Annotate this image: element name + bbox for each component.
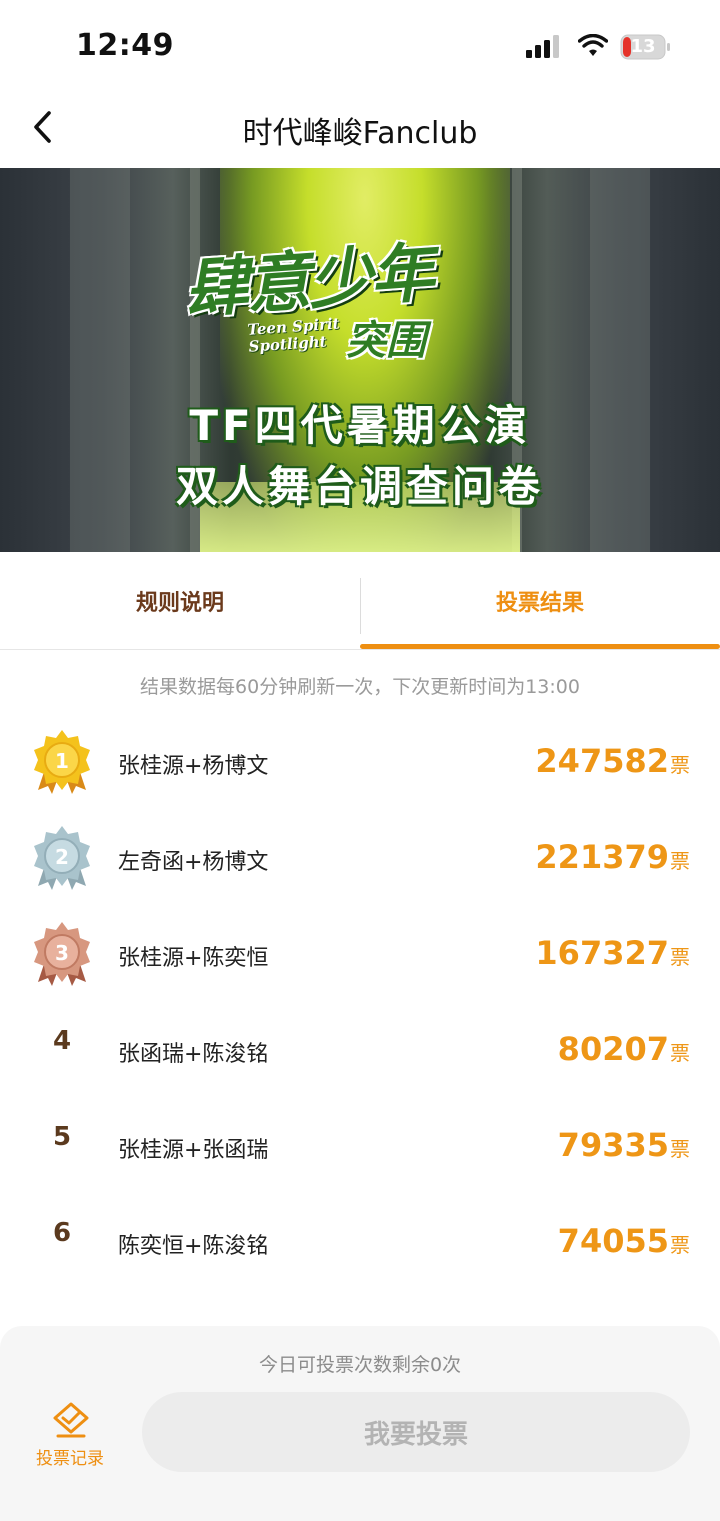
tab-rules[interactable]: 规则说明 <box>0 552 360 649</box>
tab-results[interactable]: 投票结果 <box>360 552 720 649</box>
check-ticket-icon <box>53 1402 89 1438</box>
banner-subheadline: 双人舞台调查问卷 <box>175 462 544 511</box>
vote-record-label: 投票记录 <box>36 1449 104 1469</box>
vote-count: 80207 <box>557 1030 669 1068</box>
pair-name: 陈奕恒+陈浚铭 <box>118 1234 269 1259</box>
vote-total: 79335 票 <box>558 1126 690 1164</box>
banner-headline: TF四代暑期公演 <box>189 401 531 450</box>
vote-count: 247582 <box>535 742 669 780</box>
status-time: 12:49 <box>76 28 174 63</box>
status-bar: 12:49 13 <box>0 0 720 90</box>
vote-unit: 票 <box>670 1041 690 1065</box>
vote-unit: 票 <box>670 1233 690 1257</box>
vote-footer: 今日可投票次数剩余0次 投票记录 我要投票 <box>0 1326 720 1521</box>
ranking-row: 4 张函瑞+陈浚铭 80207 票 <box>0 1002 720 1098</box>
banner-logo-sub: 突围 <box>346 317 426 364</box>
event-banner: 肆意少年 Teen Spirit Spotlight 突围 TF四代暑期公演 双… <box>0 168 720 552</box>
ranking-row: 1 张桂源+杨博文 247582 票 <box>0 714 720 810</box>
vote-total: 74055 票 <box>558 1222 690 1260</box>
vote-count: 74055 <box>557 1222 669 1260</box>
vote-total: 167327 票 <box>535 934 690 972</box>
active-tab-indicator <box>360 644 720 649</box>
rank-number: 6 <box>52 1218 72 1248</box>
pair-name: 左奇函+杨博文 <box>118 850 269 875</box>
rank-number: 5 <box>52 1122 72 1152</box>
vote-unit: 票 <box>670 753 690 777</box>
tab-bar: 规则说明 投票结果 <box>0 552 720 650</box>
vote-unit: 票 <box>670 1137 690 1161</box>
nav-bar: 时代峰峻Fanclub <box>0 90 720 168</box>
rank-number: 4 <box>52 1026 72 1056</box>
page-title: 时代峰峻Fanclub <box>242 116 478 151</box>
pair-name: 张桂源+陈奕恒 <box>118 946 269 971</box>
ranking-row: 5 张桂源+张函瑞 79335 票 <box>0 1098 720 1194</box>
vote-count: 167327 <box>535 934 669 972</box>
medal-rank-number: 2 <box>55 845 69 869</box>
vote-total: 221379 票 <box>535 838 690 876</box>
ranking-row: 2 左奇函+杨博文 221379 票 <box>0 810 720 906</box>
gold-medal-icon: 1 <box>34 730 90 794</box>
battery-level: 13 <box>630 36 656 57</box>
ranking-list: 1 张桂源+杨博文 247582 票 2 左奇函+杨博文 221379 票 3 <box>0 714 720 1290</box>
vote-unit: 票 <box>670 945 690 969</box>
bronze-medal-icon: 3 <box>34 922 90 986</box>
ranking-row: 3 张桂源+陈奕恒 167327 票 <box>0 906 720 1002</box>
vote-count: 221379 <box>535 838 669 876</box>
vote-unit: 票 <box>670 849 690 873</box>
pair-name: 张函瑞+陈浚铭 <box>118 1042 269 1067</box>
silver-medal-icon: 2 <box>34 826 90 890</box>
vote-count: 79335 <box>557 1126 669 1164</box>
pair-name: 张桂源+杨博文 <box>118 754 269 779</box>
medal-rank-number: 3 <box>55 941 69 965</box>
vote-button[interactable]: 我要投票 <box>142 1392 690 1472</box>
cellular-signal-icon <box>526 35 559 58</box>
refresh-note: 结果数据每60分钟刷新一次，下次更新时间为13:00 <box>140 676 580 698</box>
medal-rank-number: 1 <box>55 749 69 773</box>
vote-total: 80207 票 <box>558 1030 690 1068</box>
pair-name: 张桂源+张函瑞 <box>118 1138 269 1163</box>
ranking-row: 6 陈奕恒+陈浚铭 74055 票 <box>0 1194 720 1290</box>
battery-icon: 13 <box>620 34 672 60</box>
vote-record-button[interactable]: 投票记录 <box>28 1402 112 1472</box>
wifi-icon <box>578 34 608 56</box>
remaining-votes-note: 今日可投票次数剩余0次 <box>258 1354 462 1376</box>
vote-total: 247582 票 <box>535 742 690 780</box>
